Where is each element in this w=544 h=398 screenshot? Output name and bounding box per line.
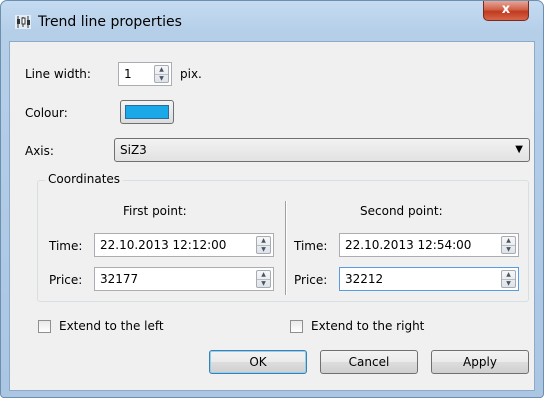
coordinates-group-title: Coordinates	[45, 172, 124, 186]
extend-left-label[interactable]: Extend to the left	[59, 319, 164, 333]
second-time-value: 22.10.2013 12:54:00	[345, 238, 472, 252]
second-time-spin-buttons[interactable]: ▲ ▼	[501, 236, 516, 254]
extend-right-label[interactable]: Extend to the right	[311, 319, 424, 333]
colour-label: Colour:	[25, 106, 68, 120]
line-width-spin-buttons[interactable]: ▲ ▼	[154, 65, 169, 83]
first-time-value: 22.10.2013 12:12:00	[100, 238, 227, 252]
dialog-body: Line width: 1 ▲ ▼ pix. Colour: Axis: SiZ…	[9, 41, 535, 391]
second-time-label: Time:	[294, 239, 328, 253]
ok-button[interactable]: OK	[209, 350, 307, 374]
first-time-label: Time:	[49, 239, 83, 253]
window-title: Trend line properties	[38, 14, 182, 30]
extend-left-checkbox[interactable]	[38, 320, 51, 333]
second-price-value: 32212	[345, 272, 384, 286]
chart-candles-icon	[15, 15, 31, 29]
dialog-window: Trend line properties x Line width: 1 ▲ …	[0, 0, 544, 398]
line-width-unit: pix.	[180, 67, 202, 81]
first-point-heading: First point:	[123, 204, 187, 218]
chevron-down-icon: ▼	[515, 144, 523, 155]
line-width-stepper[interactable]: 1 ▲ ▼	[118, 62, 172, 86]
decrement-icon[interactable]: ▼	[502, 245, 515, 254]
increment-icon[interactable]: ▲	[502, 237, 515, 245]
first-time-input[interactable]: 22.10.2013 12:12:00 ▲ ▼	[94, 233, 274, 257]
first-time-spin-buttons[interactable]: ▲ ▼	[256, 236, 271, 254]
line-width-value: 1	[124, 67, 132, 81]
increment-icon[interactable]: ▲	[502, 271, 515, 279]
first-price-value: 32177	[100, 272, 139, 286]
increment-icon[interactable]: ▲	[257, 237, 270, 245]
axis-selected-value: SiZ3	[120, 143, 147, 157]
decrement-icon[interactable]: ▼	[257, 245, 270, 254]
colour-swatch	[125, 105, 169, 119]
second-time-input[interactable]: 22.10.2013 12:54:00 ▲ ▼	[339, 233, 519, 257]
decrement-icon[interactable]: ▼	[155, 74, 168, 83]
decrement-icon[interactable]: ▼	[257, 279, 270, 288]
coordinates-group: Coordinates First point: Time: 22.10.201…	[37, 172, 529, 302]
axis-select[interactable]: SiZ3 ▼	[114, 138, 530, 162]
second-price-label: Price:	[294, 273, 328, 287]
decrement-icon[interactable]: ▼	[502, 279, 515, 288]
apply-button[interactable]: Apply	[431, 350, 529, 374]
increment-icon[interactable]: ▲	[155, 66, 168, 74]
second-price-input[interactable]: 32212 ▲ ▼	[339, 267, 519, 291]
second-point-heading: Second point:	[360, 204, 443, 218]
line-width-label: Line width:	[25, 67, 91, 81]
first-price-input[interactable]: 32177 ▲ ▼	[94, 267, 274, 291]
cancel-button[interactable]: Cancel	[320, 350, 418, 374]
extend-right-checkbox[interactable]	[290, 320, 303, 333]
point-divider	[285, 201, 287, 295]
axis-label: Axis:	[25, 144, 54, 158]
increment-icon[interactable]: ▲	[257, 271, 270, 279]
second-price-spin-buttons[interactable]: ▲ ▼	[501, 270, 516, 288]
close-button[interactable]: x	[483, 1, 529, 21]
close-icon: x	[501, 2, 511, 17]
first-price-label: Price:	[49, 273, 83, 287]
first-price-spin-buttons[interactable]: ▲ ▼	[256, 270, 271, 288]
title-bar[interactable]: Trend line properties x	[1, 1, 543, 41]
colour-picker-button[interactable]	[120, 100, 174, 124]
